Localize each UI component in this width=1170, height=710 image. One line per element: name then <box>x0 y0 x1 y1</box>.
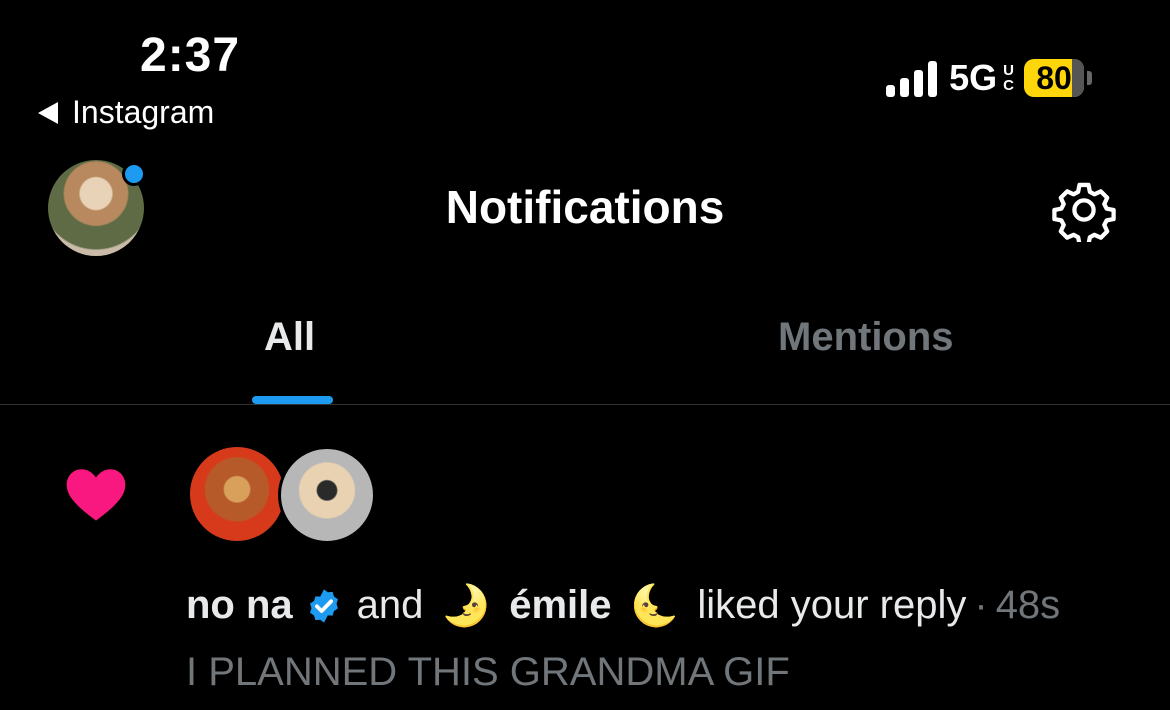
gear-icon[interactable] <box>1052 178 1116 242</box>
moon-face-emoji-right: 🌜 <box>629 583 680 629</box>
battery-icon: 80 <box>1024 59 1084 97</box>
liker-avatar-no-na[interactable] <box>190 447 284 541</box>
tabs-divider <box>0 404 1170 405</box>
joiner-text: and <box>356 583 424 627</box>
tab-mentions[interactable]: Mentions <box>778 315 954 360</box>
notification-timestamp: 48s <box>995 583 1061 627</box>
reply-preview-text[interactable]: I PLANNED THIS GRANDMA GIF <box>186 650 790 695</box>
moon-face-emoji-left: 🌛 <box>441 583 492 629</box>
signal-strength-icon <box>886 59 938 97</box>
battery-level: 80 <box>1036 59 1072 96</box>
notification-text[interactable]: no na and 🌛 émile 🌜 liked your reply · 4… <box>186 582 1060 629</box>
action-text: liked your reply <box>697 583 967 627</box>
user-name-emile[interactable]: émile <box>509 583 611 628</box>
tab-all[interactable]: All <box>264 315 315 360</box>
verified-badge-icon <box>309 588 338 623</box>
back-app-label: Instagram <box>72 94 215 130</box>
network-type-suffix: U C <box>1003 62 1014 94</box>
status-indicators: 5G U C 80 <box>886 56 1092 100</box>
heart-icon <box>66 469 126 521</box>
liker-avatar-emile[interactable] <box>278 446 376 544</box>
status-time: 2:37 <box>140 29 241 82</box>
active-tab-indicator <box>252 396 333 404</box>
page-title: Notifications <box>445 181 725 233</box>
user-name-no-na[interactable]: no na <box>186 583 293 628</box>
back-arrow-icon <box>38 101 58 124</box>
back-to-app-link[interactable]: Instagram <box>38 94 214 131</box>
battery-nub <box>1087 71 1092 85</box>
network-type: 5G <box>949 57 998 98</box>
separator-dot: · <box>974 583 988 627</box>
